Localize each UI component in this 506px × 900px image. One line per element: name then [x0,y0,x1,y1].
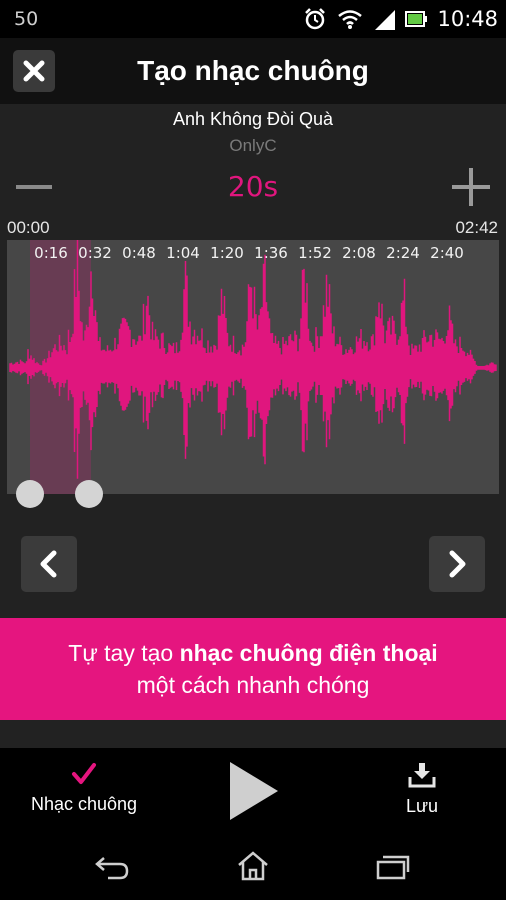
timeline-tick: 2:24 [386,244,420,262]
alarm-clock-icon [305,8,326,30]
increase-duration-button[interactable] [452,168,490,206]
ringtone-editor: Anh Không Đòi Quà OnlyC 20s 00:00 02:42 … [0,104,506,748]
waveform-path [9,240,497,479]
timeline-tick: 0:32 [78,244,112,262]
app-header: Tạo nhạc chuông [0,38,506,104]
timeline-ticks: 0:16 0:32 0:48 1:04 1:20 1:36 1:52 2:08 2:24 2:40 [7,244,499,264]
ringtone-button[interactable]: Nhạc chuông [14,758,154,828]
status-indicator: 50 [14,8,39,30]
page-title: Tạo nhạc chuông [137,55,369,86]
timeline-tick: 1:04 [166,244,200,262]
waveform-graph [9,240,497,479]
status-time: 10:48 [437,7,498,31]
promo-prefix: Tự tay tạo [68,640,180,666]
recent-apps-icon[interactable] [376,854,410,880]
timeline-start: 00:00 [7,218,50,237]
chevron-right-icon [449,550,466,578]
timeline-tick: 2:08 [342,244,376,262]
waveform[interactable]: 0:16 0:32 0:48 1:04 1:20 1:36 1:52 2:08 2:24 2:40 [7,240,499,494]
song-artist: OnlyC [229,136,277,155]
timeline-tick: 1:20 [210,244,244,262]
battery-icon [405,11,428,27]
download-icon [408,763,436,788]
system-nav-bar [0,836,506,900]
promo-banner[interactable]: Tự tay tạo nhạc chuông điện thoại một cá… [0,618,506,720]
checkmark-icon [72,763,96,784]
promo-highlight: nhạc chuông điện thoại [179,640,438,666]
ringtone-label: Nhạc chuông [30,794,138,814]
timeline-tick: 2:40 [430,244,464,262]
status-bar: 50 10:48 [0,0,506,38]
selection-end-handle[interactable] [75,480,103,508]
timeline-tick: 1:52 [298,244,332,262]
song-title: Anh Không Đòi Quà [172,109,334,129]
previous-button[interactable] [21,536,77,592]
selection-start-handle[interactable] [16,480,44,508]
bottom-toolbar: Nhạc chuông Lưu [0,748,506,836]
promo-line-2: một cách nhanh chóng [136,672,370,698]
next-button[interactable] [429,536,485,592]
signal-icon [375,10,396,30]
play-button[interactable] [226,760,282,822]
save-button[interactable]: Lưu [380,758,464,828]
timeline-end: 02:42 [455,218,498,237]
play-icon [230,762,278,820]
duration-value: 20s [227,170,279,203]
promo-line-1: Tự tay tạo nhạc chuông điện thoại [0,640,506,667]
wifi-icon [338,10,363,29]
timeline-tick: 0:16 [34,244,68,262]
home-icon[interactable] [236,850,270,882]
timeline-tick: 0:48 [122,244,156,262]
status-icons: 10:48 [303,6,498,32]
back-icon[interactable] [94,854,130,880]
save-label: Lưu [405,796,439,816]
chevron-left-icon [40,550,57,578]
timeline-tick: 1:36 [254,244,288,262]
